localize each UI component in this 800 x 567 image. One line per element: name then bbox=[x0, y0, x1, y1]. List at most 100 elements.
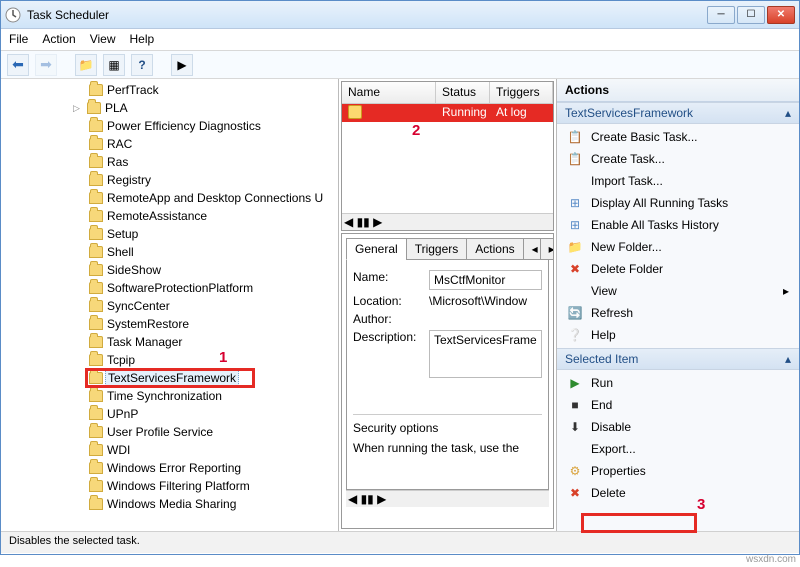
action-icon: 📁 bbox=[567, 239, 583, 255]
tree-item[interactable]: SoftwareProtectionPlatform bbox=[5, 279, 338, 297]
tree-item[interactable]: RemoteAssistance bbox=[5, 207, 338, 225]
details-hscroll[interactable]: ◀ ▮▮ ▶ bbox=[346, 490, 549, 507]
col-status[interactable]: Status bbox=[436, 82, 490, 103]
tree-item-label: User Profile Service bbox=[107, 425, 213, 439]
tree-item-label: RAC bbox=[107, 137, 132, 151]
tree-item[interactable]: SyncCenter bbox=[5, 297, 338, 315]
tree-item[interactable]: User Profile Service bbox=[5, 423, 338, 441]
task-name: MsCtfMonitor bbox=[348, 122, 419, 136]
description-value[interactable]: TextServicesFrame bbox=[429, 330, 542, 378]
folder-icon bbox=[89, 480, 103, 492]
tree-item[interactable]: Ras bbox=[5, 153, 338, 171]
tab-triggers[interactable]: Triggers bbox=[406, 238, 468, 260]
folder-icon bbox=[89, 264, 103, 276]
action-label: Help bbox=[591, 328, 616, 342]
action-item[interactable]: ⬇Disable bbox=[557, 416, 799, 438]
maximize-button[interactable]: ☐ bbox=[737, 6, 765, 24]
action-item[interactable]: ⊞Display All Running Tasks bbox=[557, 192, 799, 214]
tree-item[interactable]: Task Manager bbox=[5, 333, 338, 351]
name-value[interactable]: MsCtfMonitor bbox=[429, 270, 542, 290]
collapse-icon[interactable]: ▴ bbox=[785, 352, 791, 366]
tree-item[interactable]: SideShow bbox=[5, 261, 338, 279]
action-icon: 📋 bbox=[567, 151, 583, 167]
tree-item[interactable]: Windows Media Sharing bbox=[5, 495, 338, 513]
tree-item[interactable]: RAC bbox=[5, 135, 338, 153]
tree-item-label: PerfTrack bbox=[107, 83, 159, 97]
menu-file[interactable]: File bbox=[9, 32, 28, 47]
properties-button[interactable]: ▦ bbox=[103, 54, 125, 76]
action-item[interactable]: Export... bbox=[557, 438, 799, 460]
task-row-selected[interactable]: MsCtfMonitor Running At log bbox=[342, 104, 553, 122]
detail-tabs: General Triggers Actions ◂ ▸ bbox=[346, 238, 549, 260]
tree-item[interactable]: UPnP bbox=[5, 405, 338, 423]
tree-item[interactable]: Tcpip bbox=[5, 351, 338, 369]
folder-icon bbox=[89, 138, 103, 150]
tree-item[interactable]: Time Synchronization bbox=[5, 387, 338, 405]
folder-tree[interactable]: PerfTrack ▷PLAPower Efficiency Diagnostic… bbox=[1, 79, 338, 531]
tree-item[interactable]: SystemRestore bbox=[5, 315, 338, 333]
tree-item-label: Windows Error Reporting bbox=[107, 461, 241, 475]
action-item[interactable]: ■End bbox=[557, 394, 799, 416]
actions-list-selected: ▶Run■End⬇DisableExport...⚙Properties✖Del… bbox=[557, 370, 799, 506]
tree-item[interactable]: WDI bbox=[5, 441, 338, 459]
back-button[interactable]: ⬅ bbox=[7, 54, 29, 76]
action-item[interactable]: Import Task... bbox=[557, 170, 799, 192]
folder-icon bbox=[89, 300, 103, 312]
titlebar[interactable]: Task Scheduler ─ ☐ ✕ bbox=[1, 1, 799, 29]
help-button[interactable]: ? bbox=[131, 54, 153, 76]
action-item[interactable]: 📁New Folder... bbox=[557, 236, 799, 258]
action-item[interactable]: ✖Delete bbox=[557, 482, 799, 504]
minimize-button[interactable]: ─ bbox=[707, 6, 735, 24]
tree-item[interactable]: Shell bbox=[5, 243, 338, 261]
action-item[interactable]: ❔Help bbox=[557, 324, 799, 346]
action-item[interactable]: ⊞Enable All Tasks History bbox=[557, 214, 799, 236]
tab-actions[interactable]: Actions bbox=[466, 238, 523, 260]
folder-icon bbox=[89, 156, 103, 168]
close-button[interactable]: ✕ bbox=[767, 6, 795, 24]
tree-item[interactable]: Windows Filtering Platform bbox=[5, 477, 338, 495]
tab-scroll-left[interactable]: ◂ bbox=[523, 238, 541, 260]
menu-help[interactable]: Help bbox=[130, 32, 155, 47]
action-item[interactable]: View▸ bbox=[557, 280, 799, 302]
expander-icon[interactable]: ▷ bbox=[73, 103, 83, 114]
action-label: Create Task... bbox=[591, 152, 665, 166]
tree-item[interactable]: TextServicesFramework bbox=[5, 369, 338, 387]
folder-icon bbox=[89, 318, 103, 330]
task-list[interactable]: Name Status Triggers MsCtfMonitor Runnin… bbox=[341, 81, 554, 231]
task-scheduler-window: Task Scheduler ─ ☐ ✕ File Action View He… bbox=[0, 0, 800, 555]
tree-item-label: SideShow bbox=[107, 263, 161, 277]
forward-button[interactable]: ➡ bbox=[35, 54, 57, 76]
tree-item[interactable]: Registry bbox=[5, 171, 338, 189]
run-button[interactable]: ▶ bbox=[171, 54, 193, 76]
menu-view[interactable]: View bbox=[90, 32, 116, 47]
menu-action[interactable]: Action bbox=[42, 32, 75, 47]
tree-item[interactable]: ▷PLA bbox=[5, 99, 338, 117]
action-item[interactable]: ▶Run bbox=[557, 372, 799, 394]
action-item[interactable]: 📋Create Basic Task... bbox=[557, 126, 799, 148]
action-label: Enable All Tasks History bbox=[591, 218, 719, 232]
collapse-icon[interactable]: ▴ bbox=[785, 106, 791, 120]
task-list-hscroll[interactable]: ◀ ▮▮ ▶ bbox=[342, 213, 553, 230]
tree-item-label: UPnP bbox=[107, 407, 138, 421]
security-options: Security options When running the task, … bbox=[353, 414, 542, 455]
up-button[interactable]: 📁 bbox=[75, 54, 97, 76]
tree-item[interactable]: RemoteApp and Desktop Connections U bbox=[5, 189, 338, 207]
col-name[interactable]: Name bbox=[342, 82, 436, 103]
tree-item[interactable]: Setup bbox=[5, 225, 338, 243]
action-item[interactable]: ⚙Properties bbox=[557, 460, 799, 482]
action-item[interactable]: 🔄Refresh bbox=[557, 302, 799, 324]
tab-scroll-right[interactable]: ▸ bbox=[540, 238, 554, 260]
col-triggers[interactable]: Triggers bbox=[490, 82, 553, 103]
tree-item-label: Time Synchronization bbox=[107, 389, 222, 403]
tree-item[interactable]: Power Efficiency Diagnostics bbox=[5, 117, 338, 135]
tab-general[interactable]: General bbox=[346, 238, 407, 260]
actions-list-scope: 📋Create Basic Task... 📋 Create Task... Impo… bbox=[557, 124, 799, 348]
action-icon: ⬇ bbox=[567, 419, 583, 435]
action-item[interactable]: 📋 Create Task... bbox=[557, 148, 799, 170]
tree-item-label: RemoteApp and Desktop Connections U bbox=[107, 191, 323, 205]
action-item[interactable]: ✖Delete Folder bbox=[557, 258, 799, 280]
location-label: Location: bbox=[353, 294, 429, 308]
window-title: Task Scheduler bbox=[27, 8, 109, 22]
tree-item[interactable]: PerfTrack bbox=[5, 81, 338, 99]
tree-item[interactable]: Windows Error Reporting bbox=[5, 459, 338, 477]
